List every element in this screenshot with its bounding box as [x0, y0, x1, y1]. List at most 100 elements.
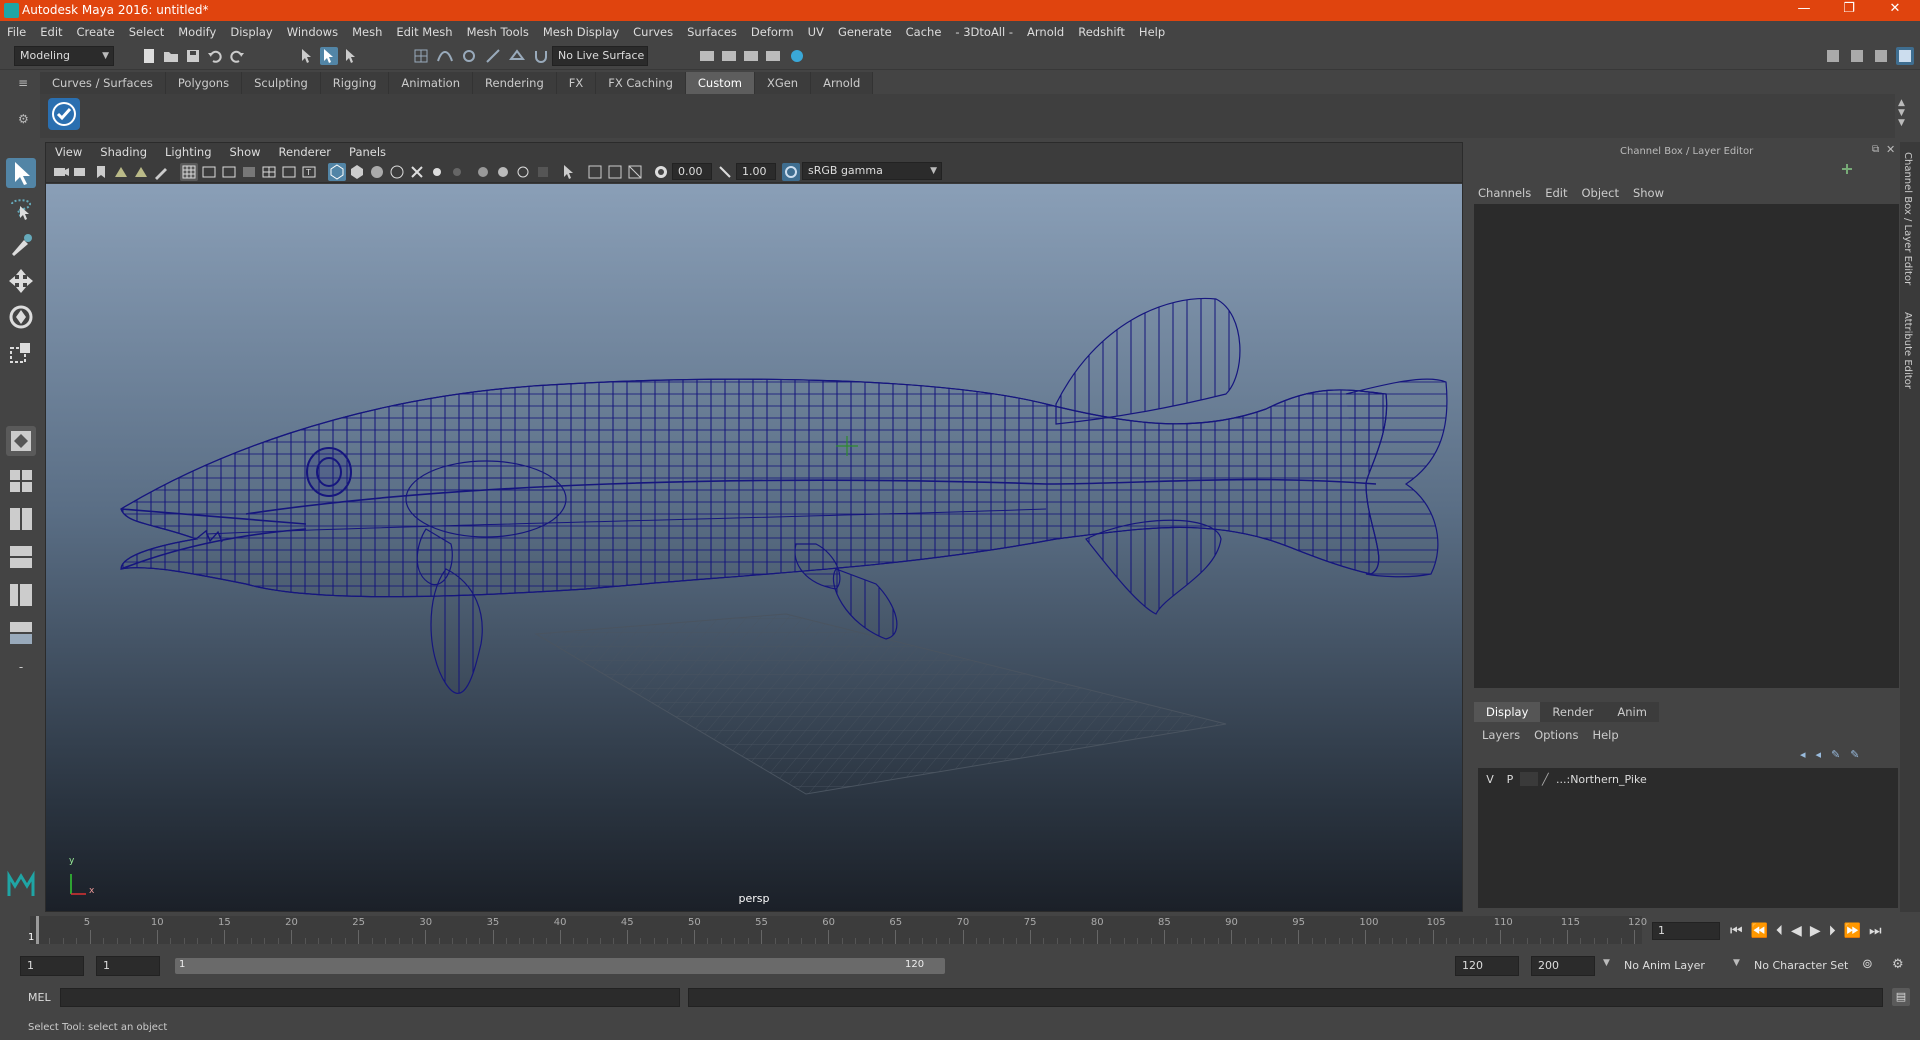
animation-start-field[interactable]: 1	[20, 956, 84, 976]
shelf-tab-curves-surfaces[interactable]: Curves / Surfaces	[40, 72, 166, 94]
snap-point-icon[interactable]	[460, 47, 478, 65]
menu-mesh-tools[interactable]: Mesh Tools	[460, 21, 536, 43]
image-plane-icon[interactable]	[112, 163, 130, 181]
menu-modify[interactable]: Modify	[171, 21, 223, 43]
menu-generate[interactable]: Generate	[831, 21, 899, 43]
channel-box-menu-object[interactable]: Object	[1582, 186, 1619, 200]
side-tab-attribute-editor[interactable]: Attribute Editor	[1902, 312, 1913, 389]
gamma-field[interactable]: 1.00	[736, 163, 776, 180]
channel-box-manip-icon[interactable]	[1840, 162, 1854, 176]
menu-redshift[interactable]: Redshift	[1071, 21, 1132, 43]
menu-edit[interactable]: Edit	[33, 21, 69, 43]
rotate-tool-icon[interactable]	[6, 302, 36, 332]
quick-layout-single-icon[interactable]	[6, 426, 36, 456]
go-to-end-icon[interactable]: ⏭	[1869, 923, 1882, 939]
gate-mask-icon[interactable]	[240, 163, 258, 181]
open-scene-icon[interactable]	[162, 47, 180, 65]
restore-button[interactable]: ❐	[1834, 1, 1864, 19]
shelf-tab-rendering[interactable]: Rendering	[473, 72, 557, 94]
menu-uv[interactable]: UV	[801, 21, 831, 43]
menu-select[interactable]: Select	[122, 21, 171, 43]
ipr-render-icon[interactable]	[742, 47, 760, 65]
field-chart-icon[interactable]	[260, 163, 278, 181]
playback-end-field[interactable]: 120	[1455, 956, 1519, 976]
snap-surface-icon[interactable]	[508, 47, 526, 65]
channel-box-menu-channels[interactable]: Channels	[1478, 186, 1531, 200]
menu-curves[interactable]: Curves	[626, 21, 680, 43]
menu-arnold[interactable]: Arnold	[1020, 21, 1071, 43]
shelf-tab-xgen[interactable]: XGen	[754, 72, 812, 94]
modeling-toolkit-icon[interactable]	[1824, 47, 1842, 65]
menu-create[interactable]: Create	[70, 21, 122, 43]
animation-preferences-icon[interactable]: ⚙	[1892, 957, 1904, 972]
step-back-icon[interactable]: ⏪	[1751, 923, 1768, 939]
menu-help[interactable]: Help	[1132, 21, 1172, 43]
new-scene-icon[interactable]	[140, 47, 158, 65]
menu-3dtoall[interactable]: - 3DtoAll -	[948, 21, 1020, 43]
textured-icon[interactable]	[408, 163, 426, 181]
paint-select-tool-icon[interactable]	[6, 230, 36, 260]
exposure-field[interactable]: 0.00	[672, 163, 712, 180]
mode-dropdown[interactable]: Modeling ▼	[14, 46, 114, 66]
layer-name[interactable]: ...:Northern_Pike	[1556, 773, 1647, 786]
menu-mesh[interactable]: Mesh	[345, 21, 389, 43]
shelf-menu-icon[interactable]: ≡	[18, 76, 34, 92]
viewport-menu-renderer[interactable]: Renderer	[270, 143, 341, 161]
anim-layer-dropdown[interactable]: No Anim Layer	[1624, 959, 1705, 972]
menu-deform[interactable]: Deform	[744, 21, 801, 43]
menu-surfaces[interactable]: Surfaces	[680, 21, 744, 43]
viewport-menu-shading[interactable]: Shading	[91, 143, 156, 161]
snap-view-icon[interactable]	[484, 47, 502, 65]
layer-menu-options[interactable]: Options	[1534, 728, 1578, 742]
float-panel-icon[interactable]: ⧉	[1872, 144, 1879, 155]
channel-box-toggle-icon[interactable]	[1896, 47, 1914, 65]
custom-shelf-check-icon[interactable]	[48, 98, 80, 130]
menu-windows[interactable]: Windows	[280, 21, 345, 43]
play-forward-icon[interactable]: ▶	[1810, 923, 1821, 939]
snap-magnet-icon[interactable]	[532, 47, 550, 65]
play-backward-icon[interactable]: ◀	[1791, 923, 1802, 939]
new-layer-from-selected-icon[interactable]: ✎	[1850, 748, 1859, 761]
camera-attributes-icon[interactable]	[72, 163, 90, 181]
save-scene-icon[interactable]	[184, 47, 202, 65]
shelf-tab-fx-caching[interactable]: FX Caching	[596, 72, 686, 94]
quick-layout-persp-graph-icon[interactable]	[6, 618, 36, 648]
3d-scene[interactable]: y x persp	[46, 184, 1462, 911]
snap-curve-icon[interactable]	[436, 47, 454, 65]
auto-key-icon[interactable]: ⊚	[1862, 957, 1873, 972]
quick-layout-outliner-icon[interactable]	[6, 542, 36, 572]
bookmark-icon[interactable]	[92, 163, 110, 181]
layer-visibility-toggle[interactable]: V	[1480, 773, 1500, 786]
chevron-down-icon[interactable]: ▼	[1733, 958, 1740, 968]
minimize-button[interactable]: —	[1789, 1, 1819, 19]
safe-title-icon[interactable]: T	[300, 163, 318, 181]
layer-row[interactable]: V P ╱ ...:Northern_Pike	[1480, 770, 1900, 788]
color-space-dropdown[interactable]: sRGB gamma ▼	[802, 162, 942, 180]
layer-playback-toggle[interactable]: P	[1500, 773, 1520, 786]
menu-file[interactable]: File	[0, 21, 33, 43]
close-panel-icon[interactable]: ✕	[1886, 143, 1895, 156]
range-slider[interactable]: 1 120	[175, 958, 945, 974]
quick-layout-two-side-icon[interactable]	[6, 504, 36, 534]
move-tool-icon[interactable]	[6, 266, 36, 296]
shelf-tab-rigging[interactable]: Rigging	[320, 72, 390, 94]
render-view-icon[interactable]	[764, 47, 782, 65]
command-language-label[interactable]: MEL	[28, 991, 51, 1004]
resolution-gate-icon[interactable]	[220, 163, 238, 181]
use-all-lights-icon[interactable]	[428, 163, 446, 181]
select-hierarchy-icon[interactable]	[298, 47, 316, 65]
layer-tab-display[interactable]: Display	[1474, 702, 1541, 722]
viewport-menu-lighting[interactable]: Lighting	[156, 143, 220, 161]
color-management-icon[interactable]	[782, 163, 800, 181]
layer-display-type-icon[interactable]: ╱	[1542, 773, 1556, 786]
close-button[interactable]: ✕	[1880, 1, 1910, 19]
current-frame-field[interactable]: 1	[1652, 922, 1720, 940]
shelf-scroll-arrows-icon[interactable]: ▲ ▼ ▼	[1898, 98, 1905, 128]
select-component-icon[interactable]	[342, 47, 360, 65]
step-forward-icon[interactable]: ⏩	[1844, 923, 1861, 939]
live-surface-field[interactable]: No Live Surface	[552, 46, 648, 66]
grease-pencil-icon[interactable]	[152, 163, 170, 181]
chevron-down-icon[interactable]: ▼	[1603, 958, 1610, 968]
menu-cache[interactable]: Cache	[899, 21, 949, 43]
viewport-menu-view[interactable]: View	[46, 143, 91, 161]
